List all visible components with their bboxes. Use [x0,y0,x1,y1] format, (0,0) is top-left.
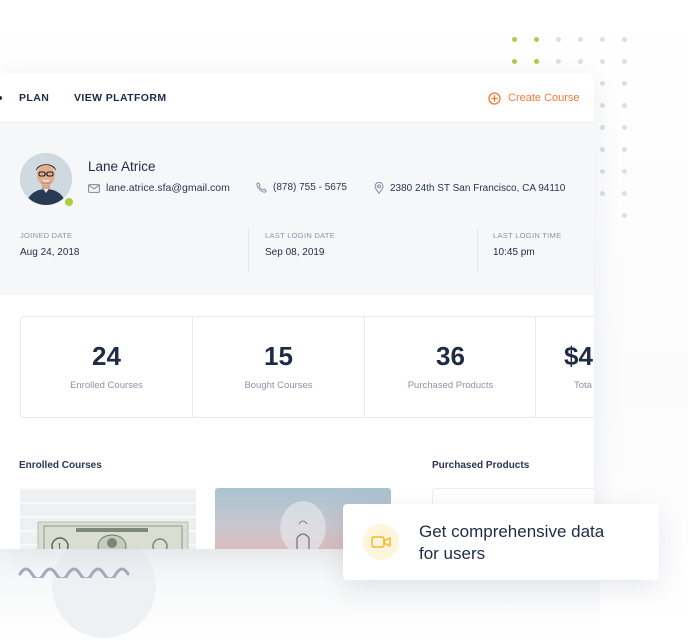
last-login-time: LAST LOGIN TIME 10:45 pm [493,231,561,258]
decorative-dot [556,37,561,42]
decorative-dot [512,59,517,64]
phone-icon [256,182,267,193]
mail-icon [88,183,100,193]
user-phone: (878) 755 - 5675 [256,182,347,193]
last-login-date: LAST LOGIN DATE Sep 08, 2019 [265,231,335,258]
decorative-dot [534,59,539,64]
decorative-dot [600,59,605,64]
joined-date-value: Aug 24, 2018 [20,247,80,258]
circle-decoration [52,534,156,638]
user-address: 2380 24th ST San Francisco, CA 94110 [374,182,565,194]
user-address-text: 2380 24th ST San Francisco, CA 94110 [390,182,566,194]
decorative-dot [600,169,605,174]
enrolled-courses-heading: Enrolled Courses [19,460,102,471]
decorative-dot [622,81,627,86]
decorative-dot [512,37,517,42]
top-nav-bar: PLAN VIEW PLATFORM Create Course [0,73,594,123]
decorative-dot [622,213,627,218]
course-thumbnail-money[interactable]: 1 [20,488,196,549]
user-email[interactable]: lane.atrice.sfa@gmail.com [88,182,230,194]
user-phone-text: (878) 755 - 5675 [273,182,347,193]
stat-value: 15 [264,341,293,371]
squiggle-decoration [18,567,130,578]
stat-label: Purchased Products [407,380,494,391]
decorative-dot [556,59,561,64]
decorative-dot [622,59,627,64]
tab-indicator-dot [0,96,2,100]
stat-value: 36 [436,341,465,371]
decorative-dot [600,147,605,152]
decorative-dot [622,147,627,152]
joined-date: JOINED DATE Aug 24, 2018 [20,231,80,258]
stat-value: $4 [564,341,593,371]
feature-callout: Get comprehensive data for users [343,504,659,580]
last-login-time-value: 10:45 pm [493,247,535,258]
svg-text:1: 1 [57,542,62,549]
decorative-dot [578,59,583,64]
stat-enrolled-courses: 24 Enrolled Courses [21,317,192,417]
plus-circle-icon [488,91,501,105]
joined-date-label: JOINED DATE [20,231,73,240]
stat-bought-courses: 15 Bought Courses [193,317,364,417]
profile-header: Lane Atrice lane.atrice.sfa@gmail.com (8… [0,123,594,295]
decorative-dot [600,103,605,108]
tab-view-platform[interactable]: VIEW PLATFORM [74,92,167,104]
last-login-time-label: LAST LOGIN TIME [493,231,562,240]
video-camera-icon [363,524,399,560]
stat-total: $4 Tota [536,317,594,417]
last-login-date-label: LAST LOGIN DATE [265,231,336,240]
stat-value: 24 [92,341,121,371]
create-course-label: Create Course [508,92,580,104]
callout-line-1: Get comprehensive data [419,522,605,541]
decorative-dot [622,169,627,174]
callout-text: Get comprehensive data for users [419,521,639,565]
user-profile-card: PLAN VIEW PLATFORM Create Course Lane At… [0,73,594,549]
stat-label: Enrolled Courses [70,380,143,391]
last-login-date-value: Sep 08, 2019 [265,247,325,258]
decorative-dot [600,125,605,130]
decorative-dot [622,125,627,130]
dollar-bill-image: 1 [37,521,189,549]
decorative-dot [600,37,605,42]
stat-label: Bought Courses [244,380,313,391]
verified-badge-icon [63,196,75,208]
create-course-button[interactable]: Create Course [488,90,580,106]
decorative-dot [600,81,605,86]
decorative-dot [622,191,627,196]
stats-panel: 24 Enrolled Courses 15 Bought Courses 36… [20,316,594,418]
decorative-dot [622,103,627,108]
purchased-products-heading: Purchased Products [432,460,530,471]
user-email-text: lane.atrice.sfa@gmail.com [106,182,230,194]
divider [477,229,478,271]
decorative-dot [600,191,605,196]
tab-plan[interactable]: PLAN [19,92,49,104]
stat-label: Tota [574,380,592,391]
callout-line-2: for users [419,544,486,563]
stat-purchased-products: 36 Purchased Products [365,317,536,417]
decorative-dot [622,37,627,42]
decorative-dot [578,37,583,42]
divider [248,229,249,271]
location-pin-icon [374,182,384,194]
user-name: Lane Atrice [88,159,156,174]
decorative-dot [534,37,539,42]
